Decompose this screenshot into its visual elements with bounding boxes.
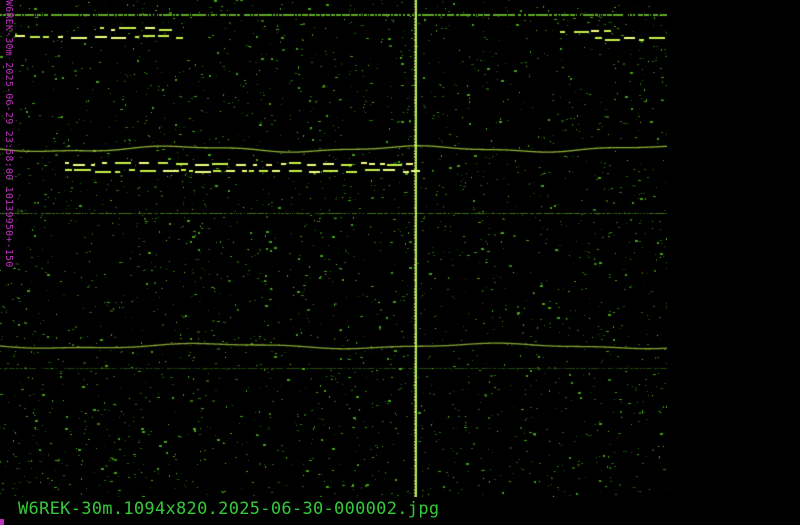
waterfall-spectrogram <box>0 0 667 497</box>
corner-marker <box>0 519 4 525</box>
spectrogram-viewer: W6REK-30m 2025-06-29 23:58:00 10139950+-… <box>0 0 800 525</box>
filename-caption: W6REK-30m.1094x820.2025-06-30-000002.jpg <box>18 499 440 519</box>
station-frequency-label: W6REK-30m 2025-06-29 23:58:00 10139950+-… <box>3 0 14 268</box>
vertical-info-label: W6REK-30m 2025-06-29 23:58:00 10139950+-… <box>2 0 14 497</box>
